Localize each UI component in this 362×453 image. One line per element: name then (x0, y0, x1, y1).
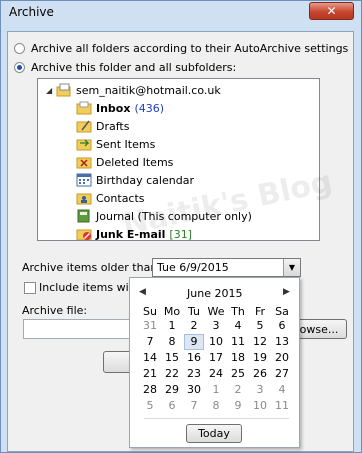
calendar-day[interactable]: 22 (162, 366, 182, 382)
title-bar: Archive ✕ (1, 1, 361, 23)
tree-item-label: Birthday calendar (96, 173, 194, 187)
calendar-day[interactable]: 6 (162, 398, 182, 414)
archive-date-dropdown[interactable]: Tue 6/9/2015 ▼ (152, 258, 301, 277)
prev-month-icon[interactable]: ◀ (139, 287, 146, 297)
tree-item-label: Sent Items (96, 137, 156, 151)
today-label: Today (198, 427, 230, 440)
tree-item-birthday-calendar[interactable]: Birthday calendar (76, 171, 194, 189)
calendar-day[interactable]: 3 (206, 318, 226, 334)
today-button[interactable]: Today (186, 424, 242, 443)
calendar-day[interactable]: 13 (272, 334, 292, 350)
calendar-divider (144, 418, 289, 419)
calendar-day[interactable]: 10 (250, 398, 270, 414)
calendar-day[interactable]: 26 (250, 366, 270, 382)
include-items-label: Include items with (39, 281, 140, 294)
calendar-day[interactable]: 16 (184, 350, 204, 366)
calendar-day[interactable]: 23 (184, 366, 204, 382)
calendar-day[interactable]: 11 (228, 334, 248, 350)
calendar-day[interactable]: 30 (184, 382, 204, 398)
drafts-icon (76, 119, 92, 133)
calendar-day[interactable]: 1 (162, 318, 182, 334)
dropdown-arrow-icon[interactable]: ▼ (283, 259, 300, 276)
tree-item-sent[interactable]: Sent Items (76, 135, 155, 153)
calendar-day[interactable]: 14 (140, 350, 160, 366)
inbox-icon (76, 101, 92, 115)
calendar-day[interactable]: 5 (140, 398, 160, 414)
calendar-day[interactable]: 9 (184, 334, 204, 350)
journal-icon (76, 209, 92, 223)
calendar-day[interactable]: 12 (250, 334, 270, 350)
contacts-icon (76, 191, 92, 205)
sent-items-icon (76, 137, 92, 151)
calendar-day[interactable]: 25 (228, 366, 248, 382)
calendar-day[interactable]: 10 (206, 334, 226, 350)
calendar-day[interactable]: 31 (140, 318, 160, 334)
tree-item-label: Inbox (96, 101, 131, 115)
calendar-day[interactable]: 15 (162, 350, 182, 366)
archive-dialog: Archive ✕ Archive all folders according … (0, 0, 362, 453)
archive-all-label: Archive all folders according to their A… (31, 42, 349, 55)
junk-email-icon (76, 227, 92, 240)
date-picker-popup: ◀ June 2015 ▶ Su Mo Tu We Th Fr Sa 31 1 2 3 4 5 6 7 8 9… (129, 277, 300, 448)
close-button[interactable]: ✕ (309, 2, 354, 20)
close-icon: ✕ (326, 4, 337, 18)
calendar-day[interactable]: 4 (272, 382, 292, 398)
calendar-day[interactable]: 5 (250, 318, 270, 334)
calendar-day[interactable]: 8 (162, 334, 182, 350)
unread-count: (436) (134, 101, 165, 115)
calendar-day[interactable]: 4 (228, 318, 248, 334)
calendar-day[interactable]: 7 (184, 398, 204, 414)
calendar-day[interactable]: 7 (140, 334, 160, 350)
calendar-day[interactable]: 6 (272, 318, 292, 334)
tree-account-node[interactable]: ◢ sem_naitik@hotmail.co.uk (46, 81, 221, 99)
dialog-title: Archive (9, 5, 54, 19)
tree-item-label: Contacts (96, 191, 145, 205)
tree-item-label: Drafts (96, 119, 130, 133)
deleted-items-icon (76, 155, 92, 169)
tree-item-inbox[interactable]: Inbox (436) (76, 99, 164, 117)
calendar-day[interactable]: 28 (140, 382, 160, 398)
month-label: June 2015 (187, 287, 243, 300)
browse-label: owse... (299, 322, 339, 336)
calendar-day[interactable]: 8 (206, 398, 226, 414)
archive-this-folder-label: Archive this folder and all subfolders: (31, 61, 237, 74)
calendar-day[interactable]: 2 (184, 318, 204, 334)
archive-date-value: Tue 6/9/2015 (157, 261, 229, 274)
calendar-day[interactable]: 3 (250, 382, 270, 398)
tree-item-drafts[interactable]: Drafts (76, 117, 129, 135)
expand-arrow-icon[interactable]: ◢ (46, 86, 56, 95)
calendar-icon (76, 173, 92, 187)
calendar-day[interactable]: 9 (228, 398, 248, 414)
calendar-day[interactable]: 29 (162, 382, 182, 398)
calendar-day[interactable]: 1 (206, 382, 226, 398)
archive-older-label: Archive items older than: (22, 261, 161, 274)
next-month-icon[interactable]: ▶ (283, 287, 290, 297)
calendar-day[interactable]: 18 (228, 350, 248, 366)
include-items-checkbox[interactable] (24, 282, 36, 294)
tree-item-label: Deleted Items (96, 155, 174, 169)
calendar-day[interactable]: 17 (206, 350, 226, 366)
calendar-day[interactable]: 24 (206, 366, 226, 382)
calendar-day[interactable]: 2 (228, 382, 248, 398)
archive-file-label: Archive file: (22, 304, 88, 317)
calendar-day[interactable]: 11 (272, 398, 292, 414)
calendar-day[interactable]: 20 (272, 350, 292, 366)
calendar-day[interactable]: 21 (140, 366, 160, 382)
account-label: sem_naitik@hotmail.co.uk (76, 83, 221, 97)
archive-this-folder-radio[interactable] (14, 62, 25, 73)
tree-item-deleted[interactable]: Deleted Items (76, 153, 173, 171)
calendar-day[interactable]: 27 (272, 366, 292, 382)
archive-all-radio[interactable] (14, 43, 25, 54)
calendar-day[interactable]: 19 (250, 350, 270, 366)
mailbox-icon (56, 83, 72, 97)
